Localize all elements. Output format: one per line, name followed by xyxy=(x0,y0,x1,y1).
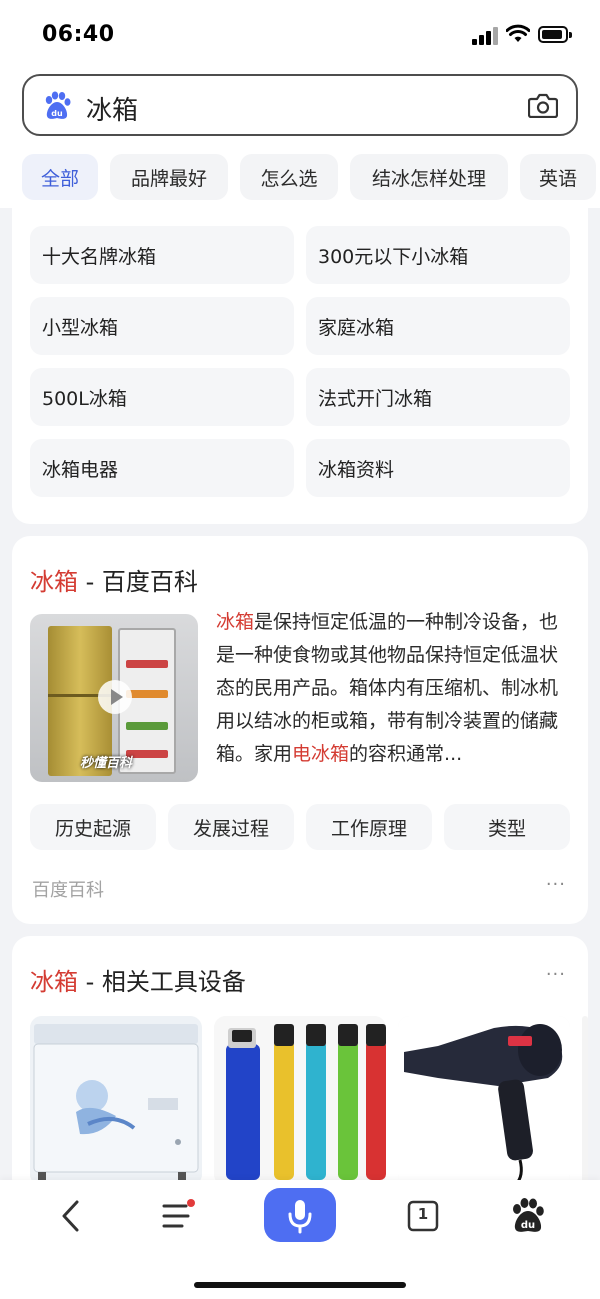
baike-source: 百度百科 xyxy=(32,880,104,901)
tab-best-brand[interactable]: 品牌最好 xyxy=(110,154,228,200)
tab-all[interactable]: 全部 xyxy=(22,154,98,200)
baike-card: 冰箱 - 百度百科 秒懂百科 冰箱是保持恒定低温的一种制冷设备，也是一种使食物或… xyxy=(12,536,588,924)
tools-title-suffix: - 相关工具设备 xyxy=(78,968,246,996)
search-header: du 冰箱 全部 品牌最好 怎么选 结冰怎样处理 英语 xyxy=(0,70,600,208)
partial-product-image[interactable] xyxy=(582,1016,588,1186)
more-options-icon[interactable]: ··· xyxy=(546,874,566,895)
tools-title[interactable]: 冰箱 - 相关工具设备 xyxy=(30,962,246,997)
desc-keyword: 冰箱 xyxy=(216,611,255,633)
related-search-chip[interactable]: 小型冰箱 xyxy=(30,297,294,355)
related-search-chip[interactable]: 冰箱电器 xyxy=(30,439,294,497)
notification-dot-icon xyxy=(187,1199,195,1207)
back-icon[interactable] xyxy=(52,1196,92,1236)
battery-icon xyxy=(538,26,572,43)
lighters-illustration xyxy=(214,1016,386,1186)
search-input[interactable]: 冰箱 xyxy=(86,90,138,127)
tab-how-to-choose[interactable]: 怎么选 xyxy=(240,154,338,200)
related-search-chip[interactable]: 十大名牌冰箱 xyxy=(30,226,294,284)
home-indicator xyxy=(194,1282,406,1288)
baike-chip-development[interactable]: 发展过程 xyxy=(168,804,294,850)
wifi-icon xyxy=(506,24,530,42)
related-search-chip[interactable]: 冰箱资料 xyxy=(306,439,570,497)
hair-dryer-illustration xyxy=(398,1016,570,1186)
thumbnail-watermark: 秒懂百科 xyxy=(80,756,133,771)
baike-video-thumbnail[interactable]: 秒懂百科 xyxy=(30,614,198,782)
baike-title-suffix: - 百度百科 xyxy=(78,568,198,596)
baike-chip-types[interactable]: 类型 xyxy=(444,804,570,850)
tabs-count-button[interactable]: 1 xyxy=(403,1196,443,1236)
svg-text:du: du xyxy=(521,1220,535,1231)
chest-freezer-illustration xyxy=(30,1016,202,1186)
search-box[interactable]: du 冰箱 xyxy=(22,74,578,136)
tab-count-label: 1 xyxy=(417,1205,429,1223)
related-searches-card: 十大名牌冰箱 300元以下小冰箱 小型冰箱 家庭冰箱 500L冰箱 法式开门冰箱… xyxy=(12,208,588,524)
voice-search-button[interactable] xyxy=(264,1188,336,1242)
related-search-chip[interactable]: 500L冰箱 xyxy=(30,368,294,426)
svg-text:du: du xyxy=(51,109,63,118)
baidu-paw-icon: du xyxy=(45,91,71,119)
related-search-chip[interactable]: 法式开门冰箱 xyxy=(306,368,570,426)
baike-chip-principle[interactable]: 工作原理 xyxy=(306,804,432,850)
baike-chip-history[interactable]: 历史起源 xyxy=(30,804,156,850)
chest-freezer-image[interactable] xyxy=(30,1016,202,1186)
camera-icon[interactable] xyxy=(528,92,558,118)
search-tabs: 全部 品牌最好 怎么选 结冰怎样处理 英语 xyxy=(0,154,600,202)
desc-keyword: 电冰箱 xyxy=(292,743,350,765)
bottom-nav-bar: 1 du xyxy=(0,1180,600,1299)
status-time: 06:40 xyxy=(42,22,115,47)
play-icon[interactable] xyxy=(98,680,132,714)
more-options-icon[interactable]: ··· xyxy=(546,964,566,985)
cellular-signal-icon xyxy=(472,27,498,45)
baike-description: 冰箱是保持恒定低温的一种制冷设备，也是一种使食物或其他物品保持恒定低温状态的民用… xyxy=(216,606,572,771)
baike-title[interactable]: 冰箱 - 百度百科 xyxy=(30,562,198,597)
lighters-image[interactable] xyxy=(214,1016,386,1186)
hair-dryer-image[interactable] xyxy=(398,1016,570,1186)
baike-title-keyword: 冰箱 xyxy=(30,568,78,596)
tools-title-keyword: 冰箱 xyxy=(30,968,78,996)
microphone-icon xyxy=(288,1200,312,1234)
baidu-home-icon[interactable]: du xyxy=(508,1196,548,1236)
tab-english[interactable]: 英语 xyxy=(520,154,596,200)
status-bar: 06:40 xyxy=(0,0,600,70)
menu-icon[interactable] xyxy=(158,1196,198,1236)
related-tools-card: 冰箱 - 相关工具设备 ··· xyxy=(12,936,588,1196)
desc-text: 是保持恒定低温的一种制冷设备，也是一种使食物或其他物品保持恒定低温状态的民用产品… xyxy=(216,611,559,765)
tab-icing-handling[interactable]: 结冰怎样处理 xyxy=(350,154,508,200)
related-search-chip[interactable]: 家庭冰箱 xyxy=(306,297,570,355)
desc-text: 的容积通常... xyxy=(349,743,463,765)
related-search-chip[interactable]: 300元以下小冰箱 xyxy=(306,226,570,284)
